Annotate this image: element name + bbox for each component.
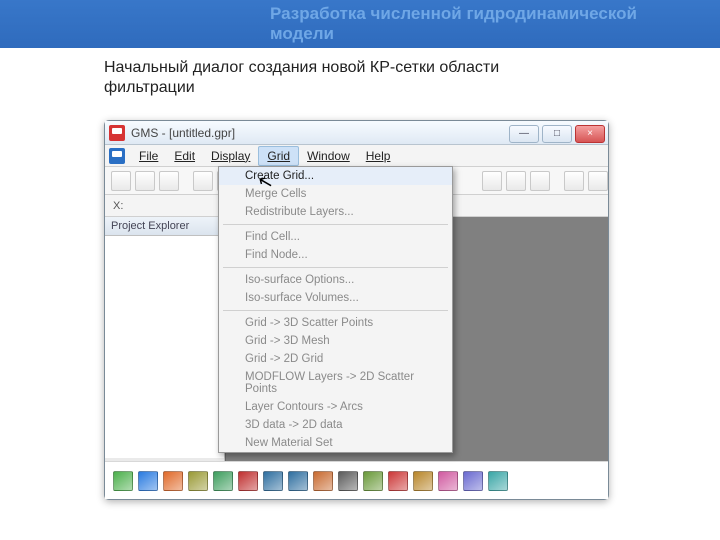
- module-icon-7[interactable]: [263, 471, 283, 491]
- minimize-button[interactable]: —: [509, 125, 539, 143]
- tool-open-icon[interactable]: [135, 171, 155, 191]
- menu-item-merge-cells: Merge Cells: [219, 185, 452, 203]
- banner-line2: модели: [270, 24, 720, 44]
- module-icon-16[interactable]: [488, 471, 508, 491]
- titlebar[interactable]: GMS - [untitled.gpr] — □ ×: [105, 121, 608, 145]
- menu-item-grid-2d-grid: Grid -> 2D Grid: [219, 350, 452, 368]
- module-icon-14[interactable]: [438, 471, 458, 491]
- window-title: GMS - [untitled.gpr]: [131, 126, 235, 140]
- menu-item-find-node: Find Node...: [219, 246, 452, 264]
- tool-last-2-icon[interactable]: [588, 171, 608, 191]
- menu-window[interactable]: Window: [299, 147, 358, 165]
- tool-print-icon[interactable]: [193, 171, 213, 191]
- module-icon-12[interactable]: [388, 471, 408, 491]
- menu-separator: [223, 267, 448, 268]
- menu-app-icon[interactable]: [109, 148, 125, 164]
- menu-item-find-cell: Find Cell...: [219, 228, 452, 246]
- module-icon-1[interactable]: [113, 471, 133, 491]
- menu-item-iso-surface-options: Iso-surface Options...: [219, 271, 452, 289]
- module-icon-3[interactable]: [163, 471, 183, 491]
- app-icon: [109, 125, 125, 141]
- tool-option-2-icon[interactable]: [506, 171, 526, 191]
- module-icon-5[interactable]: [213, 471, 233, 491]
- menu-display[interactable]: Display: [203, 147, 258, 165]
- menu-help[interactable]: Help: [358, 147, 399, 165]
- menubar: File Edit Display Grid Window Help: [105, 145, 608, 167]
- module-icon-4[interactable]: [188, 471, 208, 491]
- banner-line1: Разработка численной гидродинамической: [270, 4, 720, 24]
- module-icon-13[interactable]: [413, 471, 433, 491]
- module-icon-9[interactable]: [313, 471, 333, 491]
- menu-item-redistribute-layers: Redistribute Layers...: [219, 203, 452, 221]
- menu-item-grid-3d-scatter-points: Grid -> 3D Scatter Points: [219, 314, 452, 332]
- module-icon-8[interactable]: [288, 471, 308, 491]
- caption-line1: Начальный диалог создания новой КР-сетки…: [104, 59, 499, 76]
- menu-separator: [223, 224, 448, 225]
- menu-item-iso-surface-volumes: Iso-surface Volumes...: [219, 289, 452, 307]
- project-explorer-title: Project Explorer: [105, 217, 224, 236]
- menu-file[interactable]: File: [131, 147, 166, 165]
- caption-line2: фильтрации: [104, 79, 195, 96]
- menu-separator: [223, 310, 448, 311]
- tool-option-1-icon[interactable]: [482, 171, 502, 191]
- menu-edit[interactable]: Edit: [166, 147, 203, 165]
- tool-new-icon[interactable]: [111, 171, 131, 191]
- module-icon-10[interactable]: [338, 471, 358, 491]
- tool-last-1-icon[interactable]: [564, 171, 584, 191]
- tool-option-3-icon[interactable]: [530, 171, 550, 191]
- menu-item-grid-3d-mesh: Grid -> 3D Mesh: [219, 332, 452, 350]
- module-icon-2[interactable]: [138, 471, 158, 491]
- menu-item-create-grid[interactable]: Create Grid...: [219, 167, 452, 185]
- menu-item-3d-data-2d-data: 3D data -> 2D data: [219, 416, 452, 434]
- close-button[interactable]: ×: [575, 125, 605, 143]
- menu-item-layer-contours-arcs: Layer Contours -> Arcs: [219, 398, 452, 416]
- module-icon-15[interactable]: [463, 471, 483, 491]
- tool-save-icon[interactable]: [159, 171, 179, 191]
- project-explorer-body[interactable]: [105, 236, 224, 474]
- menu-item-modflow-layers-2d-scatter-points: MODFLOW Layers -> 2D Scatter Points: [219, 368, 452, 398]
- project-explorer-panel: Project Explorer: [105, 217, 225, 475]
- page-banner: Разработка численной гидродинамической м…: [0, 0, 720, 48]
- grid-menu-dropdown: Create Grid...Merge CellsRedistribute La…: [218, 166, 453, 453]
- menu-grid[interactable]: Grid: [258, 146, 299, 166]
- module-icon-11[interactable]: [363, 471, 383, 491]
- module-icon-6[interactable]: [238, 471, 258, 491]
- coord-x-label: X:: [113, 200, 123, 212]
- maximize-button[interactable]: □: [542, 125, 572, 143]
- module-icon-row: [105, 461, 608, 499]
- caption: Начальный диалог создания новой КР-сетки…: [0, 48, 720, 104]
- menu-item-new-material-set: New Material Set: [219, 434, 452, 452]
